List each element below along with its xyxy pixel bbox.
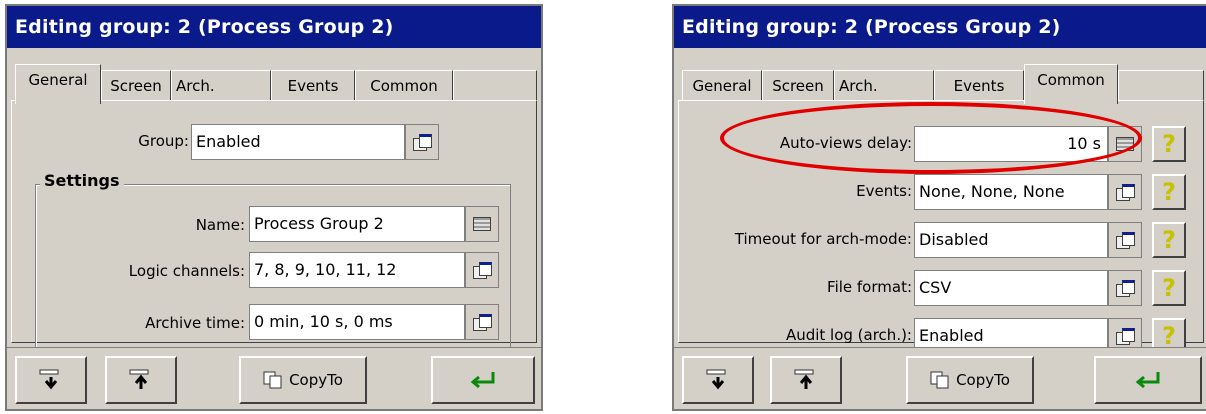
- archive-time-label: Archive time:: [145, 314, 245, 332]
- dialog-title: Editing group: 2 (Process Group 2): [674, 6, 1206, 48]
- events-field[interactable]: None, None, None: [914, 174, 1108, 210]
- move-down-button[interactable]: [15, 356, 87, 404]
- move-up-button[interactable]: [105, 356, 177, 404]
- events-help-button[interactable]: ?: [1152, 174, 1186, 210]
- enter-button[interactable]: [431, 356, 535, 404]
- help-icon: ?: [1162, 178, 1176, 206]
- enter-button[interactable]: [1094, 356, 1202, 404]
- window-icon: [473, 262, 492, 279]
- move-up-icon: [794, 369, 814, 389]
- auto-views-delay-edit-button[interactable]: [1108, 126, 1142, 162]
- move-up-icon: [129, 369, 149, 389]
- timeout-arch-mode-label: Timeout for arch-mode:: [734, 230, 912, 248]
- name-field[interactable]: Process Group 2: [249, 206, 465, 242]
- timeout-arch-mode-field[interactable]: Disabled: [914, 222, 1108, 258]
- tab-bar-filler: [453, 70, 537, 104]
- logic-channels-label: Logic channels:: [128, 262, 245, 280]
- copy-to-label: CopyTo: [289, 371, 343, 389]
- tab-bar: General Screen Arch. Events Common: [13, 54, 537, 104]
- file-format-label: File format:: [827, 278, 912, 296]
- logic-channels-select-button[interactable]: [465, 252, 499, 288]
- dialog-title: Editing group: 2 (Process Group 2): [7, 6, 541, 48]
- copy-to-label: CopyTo: [956, 371, 1010, 389]
- tab-arch[interactable]: Arch.: [834, 70, 934, 104]
- help-icon: ?: [1162, 274, 1176, 302]
- left-dialog: Editing group: 2 (Process Group 2) Gener…: [5, 4, 543, 411]
- table-icon: [1116, 137, 1134, 151]
- move-up-button[interactable]: [770, 356, 842, 404]
- tab-general[interactable]: General: [682, 70, 762, 104]
- events-select-button[interactable]: [1108, 174, 1142, 210]
- tab-events[interactable]: Events: [271, 70, 355, 104]
- name-edit-button[interactable]: [465, 206, 499, 242]
- archive-time-select-button[interactable]: [465, 304, 499, 340]
- timeout-arch-mode-select-button[interactable]: [1108, 222, 1142, 258]
- window-icon: [1116, 232, 1135, 249]
- enter-icon: [470, 372, 495, 389]
- copy-icon: [930, 371, 949, 389]
- window-icon: [1116, 280, 1135, 297]
- move-down-button[interactable]: [682, 356, 754, 404]
- auto-views-delay-field[interactable]: 10 s: [914, 126, 1108, 162]
- file-format-field[interactable]: CSV: [914, 270, 1108, 306]
- help-icon: ?: [1162, 226, 1176, 254]
- events-label: Events:: [856, 182, 912, 200]
- group-label: Group:: [138, 132, 189, 150]
- right-dialog: Editing group: 2 (Process Group 2) Gener…: [672, 4, 1206, 411]
- tab-common[interactable]: Common: [355, 70, 453, 104]
- tab-screen[interactable]: Screen: [762, 70, 834, 104]
- window-icon: [473, 314, 492, 331]
- copy-to-button[interactable]: CopyTo: [239, 356, 367, 404]
- audit-log-label: Audit log (arch.):: [785, 326, 912, 344]
- tab-events[interactable]: Events: [934, 70, 1024, 104]
- file-format-help-button[interactable]: ?: [1152, 270, 1186, 306]
- tab-bar: General Screen Arch. Events Common: [680, 54, 1204, 104]
- copy-icon: [263, 371, 282, 389]
- tab-common[interactable]: Common: [1024, 64, 1118, 104]
- toolbar: CopyTo: [674, 347, 1206, 409]
- toolbar: CopyTo: [7, 347, 541, 409]
- table-icon: [473, 217, 491, 231]
- archive-time-field[interactable]: 0 min, 10 s, 0 ms: [249, 304, 465, 340]
- tab-general[interactable]: General: [15, 64, 101, 104]
- logic-channels-field[interactable]: 7, 8, 9, 10, 11, 12: [249, 252, 465, 288]
- move-down-icon: [39, 369, 59, 390]
- auto-views-delay-label: Auto-views delay:: [779, 134, 912, 152]
- group-field[interactable]: Enabled: [191, 124, 405, 160]
- window-icon: [413, 134, 432, 151]
- help-icon: ?: [1162, 130, 1176, 158]
- tab-screen[interactable]: Screen: [101, 70, 171, 104]
- window-icon: [1116, 184, 1135, 201]
- tab-bar-filler: [1118, 70, 1204, 104]
- copy-to-button[interactable]: CopyTo: [906, 356, 1034, 404]
- window-icon: [1116, 328, 1135, 345]
- auto-views-delay-help-button[interactable]: ?: [1152, 126, 1186, 162]
- file-format-select-button[interactable]: [1108, 270, 1142, 306]
- tab-arch[interactable]: Arch.: [171, 70, 271, 104]
- help-icon: ?: [1162, 322, 1176, 350]
- name-label: Name:: [195, 216, 245, 234]
- enter-icon: [1135, 372, 1160, 389]
- group-select-button[interactable]: [405, 124, 439, 160]
- settings-title: Settings: [40, 171, 124, 190]
- timeout-arch-mode-help-button[interactable]: ?: [1152, 222, 1186, 258]
- move-down-icon: [706, 369, 726, 390]
